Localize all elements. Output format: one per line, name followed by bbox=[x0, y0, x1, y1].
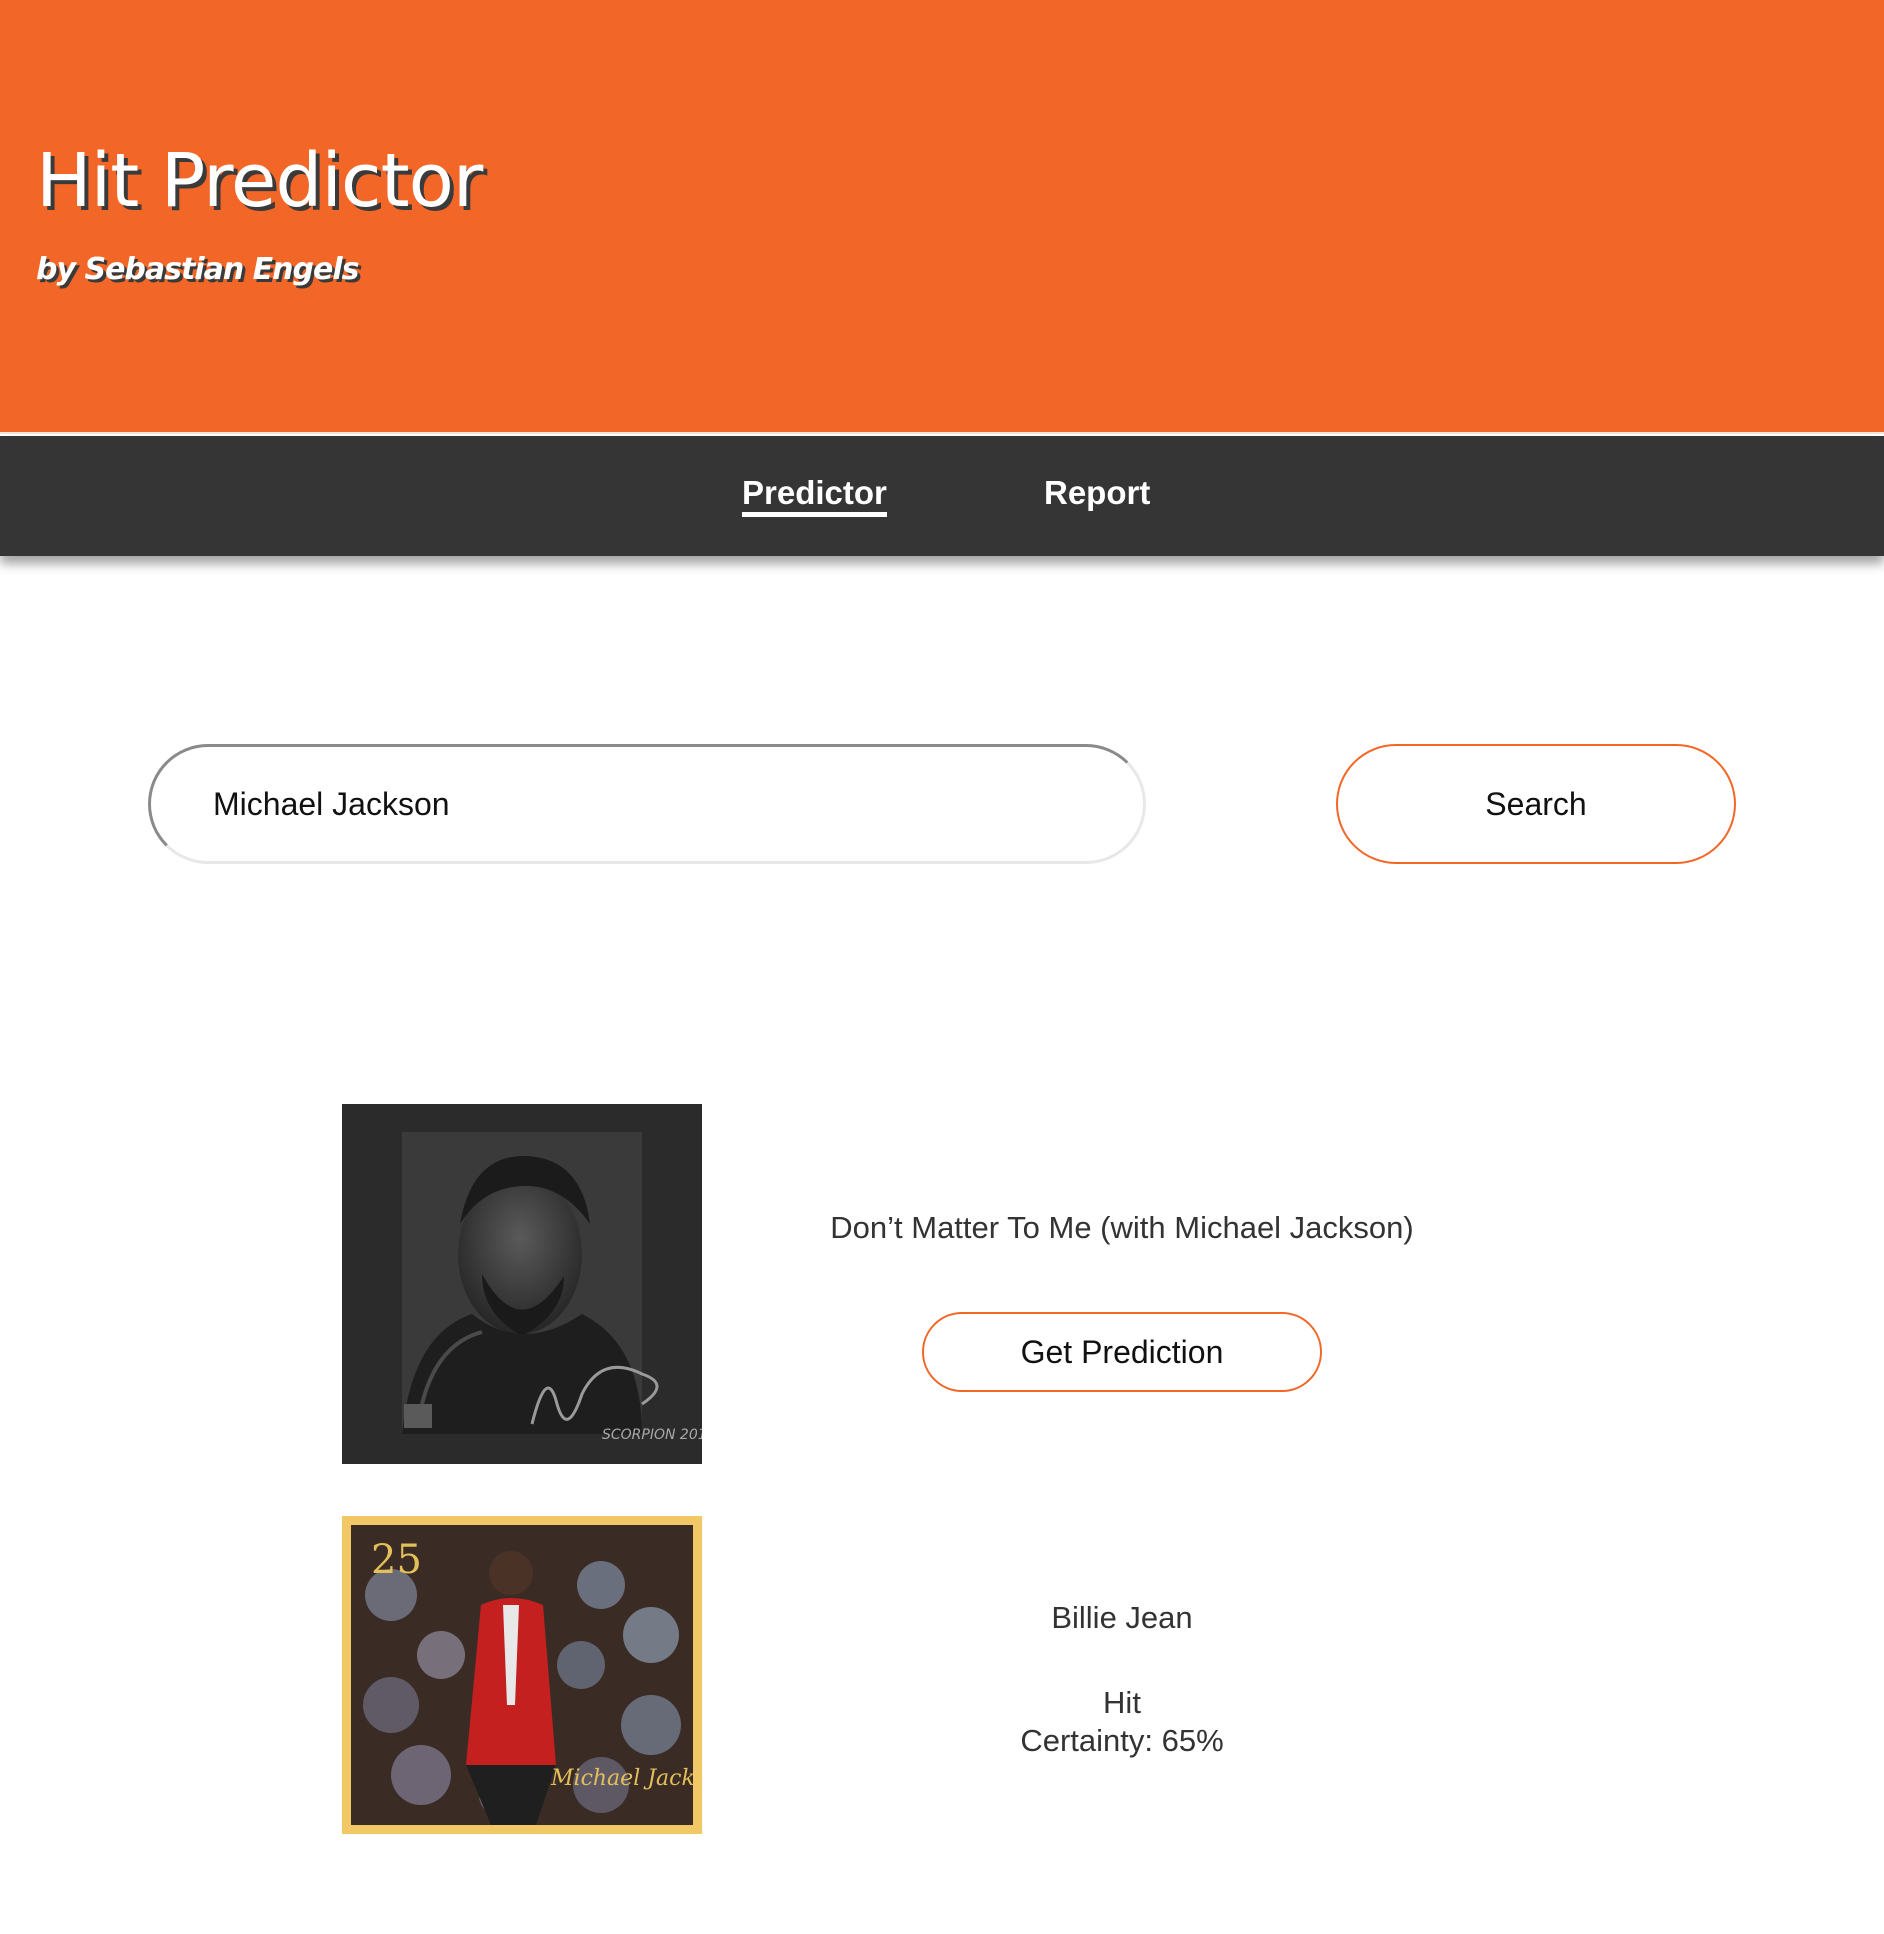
album-cover-image: 25 Michael Jackson bbox=[351, 1525, 693, 1825]
app-title: Hit Predictor bbox=[36, 138, 483, 224]
album-art-scorpion: SCORPION 2018 bbox=[342, 1104, 702, 1464]
prediction-result: Hit Certainty: 65% bbox=[760, 1684, 1484, 1760]
search-button[interactable]: Search bbox=[1336, 744, 1736, 864]
album-art-thriller: 25 Michael Jackson bbox=[342, 1516, 702, 1834]
album-art-text: Michael Jackson bbox=[550, 1766, 693, 1791]
prediction-certainty: Certainty: 65% bbox=[1020, 1723, 1224, 1758]
album-cover-image: SCORPION 2018 bbox=[342, 1104, 702, 1464]
album-art-text: SCORPION 2018 bbox=[602, 1427, 702, 1443]
app-header: Hit Predictor by Sebastian Engels bbox=[0, 0, 1884, 434]
search-input[interactable] bbox=[148, 744, 1146, 864]
track-title: Don’t Matter To Me (with Michael Jackson… bbox=[830, 1210, 1414, 1245]
get-prediction-button[interactable]: Get Prediction bbox=[922, 1312, 1322, 1392]
prediction-label: Hit bbox=[1103, 1685, 1141, 1720]
main-nav: Predictor Report bbox=[0, 436, 1884, 556]
album-art-text: 25 bbox=[371, 1537, 422, 1583]
nav-link-predictor[interactable]: Predictor bbox=[742, 474, 887, 517]
track-title: Billie Jean bbox=[1051, 1600, 1193, 1635]
app-byline: by Sebastian Engels bbox=[36, 252, 359, 287]
nav-link-report[interactable]: Report bbox=[1044, 474, 1150, 512]
